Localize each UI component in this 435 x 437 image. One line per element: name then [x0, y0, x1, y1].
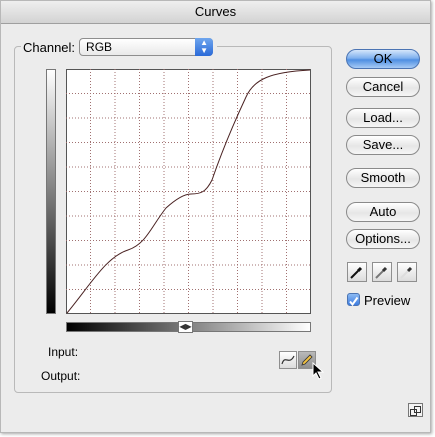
mouse-cursor-icon — [312, 362, 325, 380]
black-eyedropper-icon — [350, 266, 363, 279]
auto-button[interactable]: Auto — [346, 202, 420, 222]
curve-graph[interactable] — [66, 69, 311, 314]
curve-point-tool-button[interactable] — [279, 351, 297, 369]
save-button[interactable]: Save... — [346, 135, 420, 155]
smooth-button[interactable]: Smooth — [346, 168, 420, 188]
curve-point-icon — [281, 355, 295, 365]
black-eyedropper-button[interactable] — [347, 262, 367, 282]
preview-checkbox[interactable] — [347, 293, 360, 307]
channel-select[interactable]: RGB ▲ ▼ — [79, 38, 214, 56]
gray-eyedropper-button[interactable] — [372, 262, 392, 282]
cancel-button[interactable]: Cancel — [346, 77, 420, 97]
channel-label: Channel: — [23, 39, 76, 55]
window-title: Curves — [1, 1, 430, 24]
checkmark-icon — [349, 296, 359, 307]
output-gradient-bar — [46, 69, 56, 314]
gradient-toggle-icon[interactable]: ◀▶ — [178, 321, 193, 333]
curves-dialog: Curves Channel: RGB ▲ ▼ ◀▶ Input: Output:… — [0, 0, 431, 433]
ok-button[interactable]: OK — [346, 49, 420, 69]
select-arrows-icon: ▲ ▼ — [195, 38, 214, 56]
preview-label: Preview — [364, 293, 411, 308]
expand-icon[interactable] — [408, 403, 423, 417]
gray-eyedropper-icon — [375, 266, 388, 279]
white-eyedropper-icon — [400, 266, 413, 279]
channel-value: RGB — [86, 40, 113, 54]
input-label: Input: — [48, 345, 79, 359]
channel-row: Channel: RGB ▲ ▼ — [21, 37, 218, 57]
load-button[interactable]: Load... — [346, 108, 420, 128]
expand-glyph — [410, 406, 421, 416]
options-button[interactable]: Options... — [346, 229, 420, 249]
white-eyedropper-button[interactable] — [397, 262, 417, 282]
output-label: Output: — [41, 369, 81, 383]
